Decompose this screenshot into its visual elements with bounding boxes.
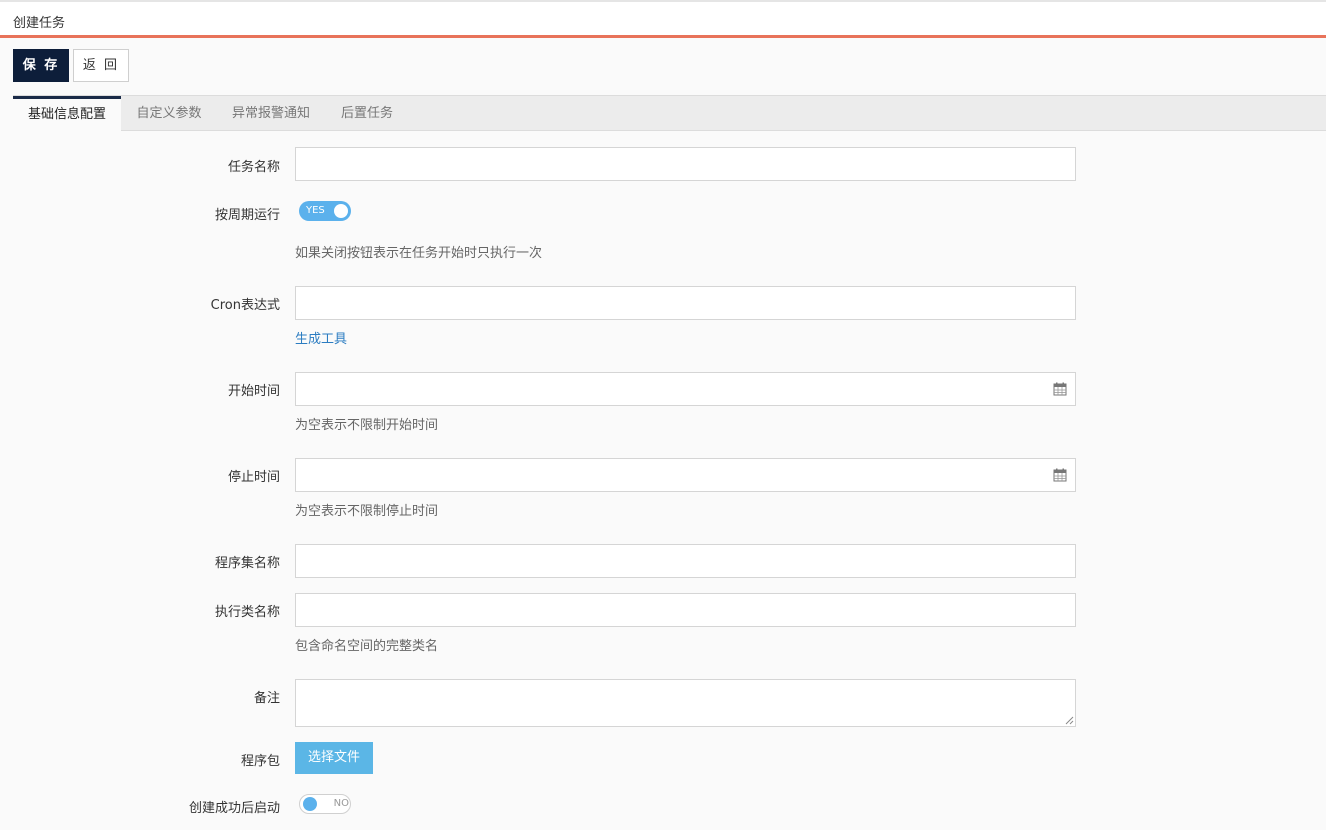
- stop-time-input[interactable]: [295, 458, 1076, 492]
- periodic-help: 如果关闭按钮表示在任务开始时只执行一次: [295, 246, 543, 261]
- periodic-label: 按周期运行: [214, 208, 280, 223]
- task-name-input[interactable]: [295, 147, 1076, 181]
- tab-alarm-notify[interactable]: 异常报警通知: [219, 96, 323, 131]
- class-name-input[interactable]: [295, 593, 1076, 627]
- tab-post-task[interactable]: 后置任务: [327, 96, 407, 131]
- start-after-create-switch[interactable]: NO: [299, 794, 351, 814]
- cron-label: Cron表达式: [210, 298, 280, 313]
- start-time-help: 为空表示不限制开始时间: [295, 418, 439, 433]
- resize-grip-icon[interactable]: [1065, 716, 1074, 725]
- cron-input[interactable]: [295, 286, 1076, 320]
- calendar-icon[interactable]: [1053, 382, 1067, 396]
- assembly-name-input[interactable]: [295, 544, 1076, 578]
- remark-textarea[interactable]: [295, 679, 1076, 727]
- remark-label: 备注: [253, 691, 280, 706]
- start-after-create-label: 创建成功后启动: [188, 801, 280, 816]
- start-time-label: 开始时间: [227, 384, 280, 399]
- start-after-create-switch-text: NO: [333, 798, 349, 809]
- window-title: 创建任务: [13, 16, 66, 31]
- task-name-label: 任务名称: [227, 160, 280, 175]
- back-button[interactable]: 返 回: [73, 49, 129, 82]
- switch-knob: [303, 797, 317, 811]
- tab-bar: 基础信息配置 自定义参数 异常报警通知 后置任务: [13, 95, 1326, 132]
- window-titlebar: 创建任务: [0, 0, 1326, 38]
- cron-generator-link[interactable]: 生成工具: [295, 328, 347, 347]
- stop-time-label: 停止时间: [227, 470, 280, 485]
- calendar-icon[interactable]: [1053, 468, 1067, 482]
- choose-file-button[interactable]: 选择文件: [295, 742, 373, 774]
- save-button[interactable]: 保 存: [13, 49, 69, 82]
- periodic-switch-text: YES: [306, 205, 325, 216]
- tab-custom-params[interactable]: 自定义参数: [123, 96, 215, 131]
- periodic-switch[interactable]: YES: [299, 201, 351, 221]
- class-name-help: 包含命名空间的完整类名: [295, 639, 439, 654]
- assembly-name-label: 程序集名称: [214, 556, 280, 571]
- tab-basic-info[interactable]: 基础信息配置: [13, 96, 121, 132]
- class-name-label: 执行类名称: [214, 605, 280, 620]
- package-label: 程序包: [240, 754, 280, 769]
- switch-knob: [334, 204, 348, 218]
- stop-time-help: 为空表示不限制停止时间: [295, 504, 439, 519]
- start-time-input[interactable]: [295, 372, 1076, 406]
